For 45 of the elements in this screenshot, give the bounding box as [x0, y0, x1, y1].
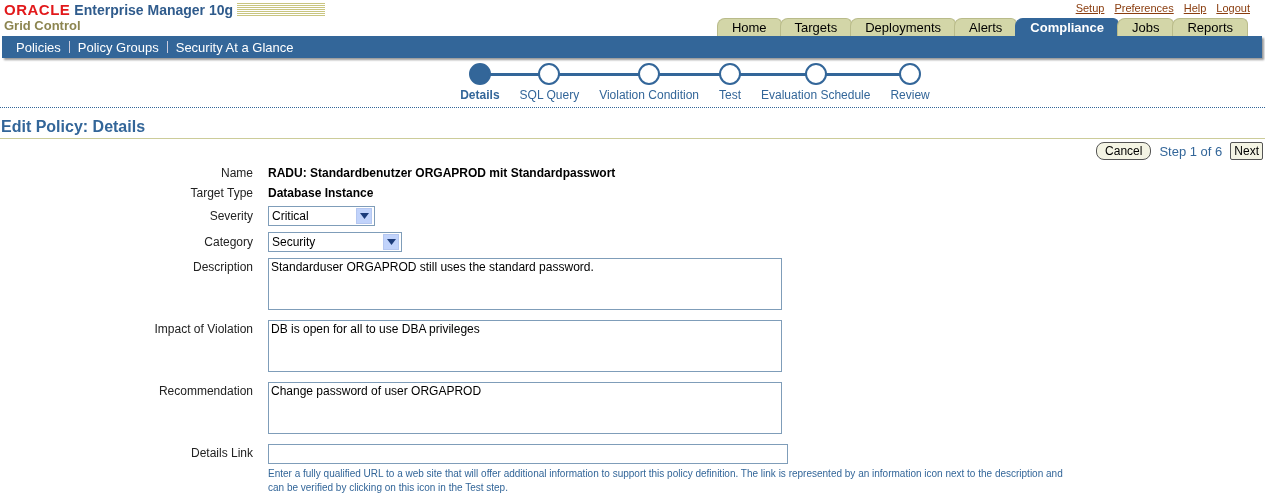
field-label: Target Type: [189, 186, 253, 200]
oracle-logo: ORACLE: [4, 3, 71, 17]
step-link[interactable]: Evaluation Schedule: [761, 88, 871, 102]
subnav-link[interactable]: Policies: [16, 39, 61, 55]
step-link[interactable]: Details: [460, 88, 500, 102]
product-subtitle: Grid Control: [4, 18, 82, 33]
input-field[interactable]: [268, 444, 788, 464]
nav-tab[interactable]: Alerts: [954, 18, 1018, 36]
nav-tab[interactable]: Home: [716, 18, 782, 36]
page-title: Edit Policy: Details: [0, 118, 1265, 139]
global-link[interactable]: Setup: [1075, 2, 1105, 17]
field-value: RADU: Standardbenutzer ORGAPROD mit Standardpasswort: [268, 166, 617, 180]
text-area[interactable]: Change password of user ORGAPROD: [268, 382, 782, 434]
step-indicator: Step 1 of 6: [1159, 143, 1223, 159]
global-link[interactable]: Preferences: [1114, 2, 1174, 17]
nav-tab[interactable]: Reports: [1172, 18, 1248, 36]
field-value: Database Instance: [268, 186, 375, 200]
stripes-icon: [237, 3, 326, 17]
next-button[interactable]: Next: [1230, 142, 1263, 160]
field-label: Details Link: [189, 445, 253, 460]
cancel-button[interactable]: Cancel: [1096, 142, 1152, 160]
field-label: Name: [220, 166, 253, 180]
field-label: Impact of Violation: [153, 321, 253, 336]
subnav-link[interactable]: Security At a Glance: [175, 39, 294, 55]
product-name: Enterprise Manager 10g: [74, 3, 234, 17]
subnav-link[interactable]: Policy Groups: [77, 39, 159, 55]
text-area[interactable]: DB is open for all to use DBA privileges: [268, 320, 782, 372]
field-label: Category: [203, 235, 253, 249]
step-link[interactable]: Violation Condition: [599, 88, 699, 102]
nav-tab[interactable]: Jobs: [1117, 18, 1175, 36]
global-link[interactable]: Logout: [1216, 2, 1250, 17]
nav-tab[interactable]: Targets: [779, 18, 853, 36]
step-link[interactable]: SQL Query: [519, 88, 580, 102]
field-label: Severity: [208, 209, 253, 223]
global-link[interactable]: Help: [1183, 2, 1207, 17]
nav-tab[interactable]: Compliance: [1015, 18, 1119, 36]
text-area[interactable]: Standarduser ORGAPROD still uses the standard password.: [268, 258, 782, 310]
field-label: Recommendation: [157, 383, 253, 398]
field-label: Description: [191, 259, 253, 274]
nav-tab[interactable]: Deployments: [850, 18, 957, 36]
dropdown[interactable]: Security: [268, 232, 402, 252]
dropdown[interactable]: Critical: [268, 206, 375, 226]
step-link[interactable]: Test: [719, 88, 741, 102]
step-link[interactable]: Review: [890, 88, 930, 102]
hint-text: Enter a fully qualified URL to a web site that will offer additional information to support this policy definition. The link is represented by an information icon next to the description and can be verified by clicking on this icon in the Test step.: [268, 467, 1064, 495]
